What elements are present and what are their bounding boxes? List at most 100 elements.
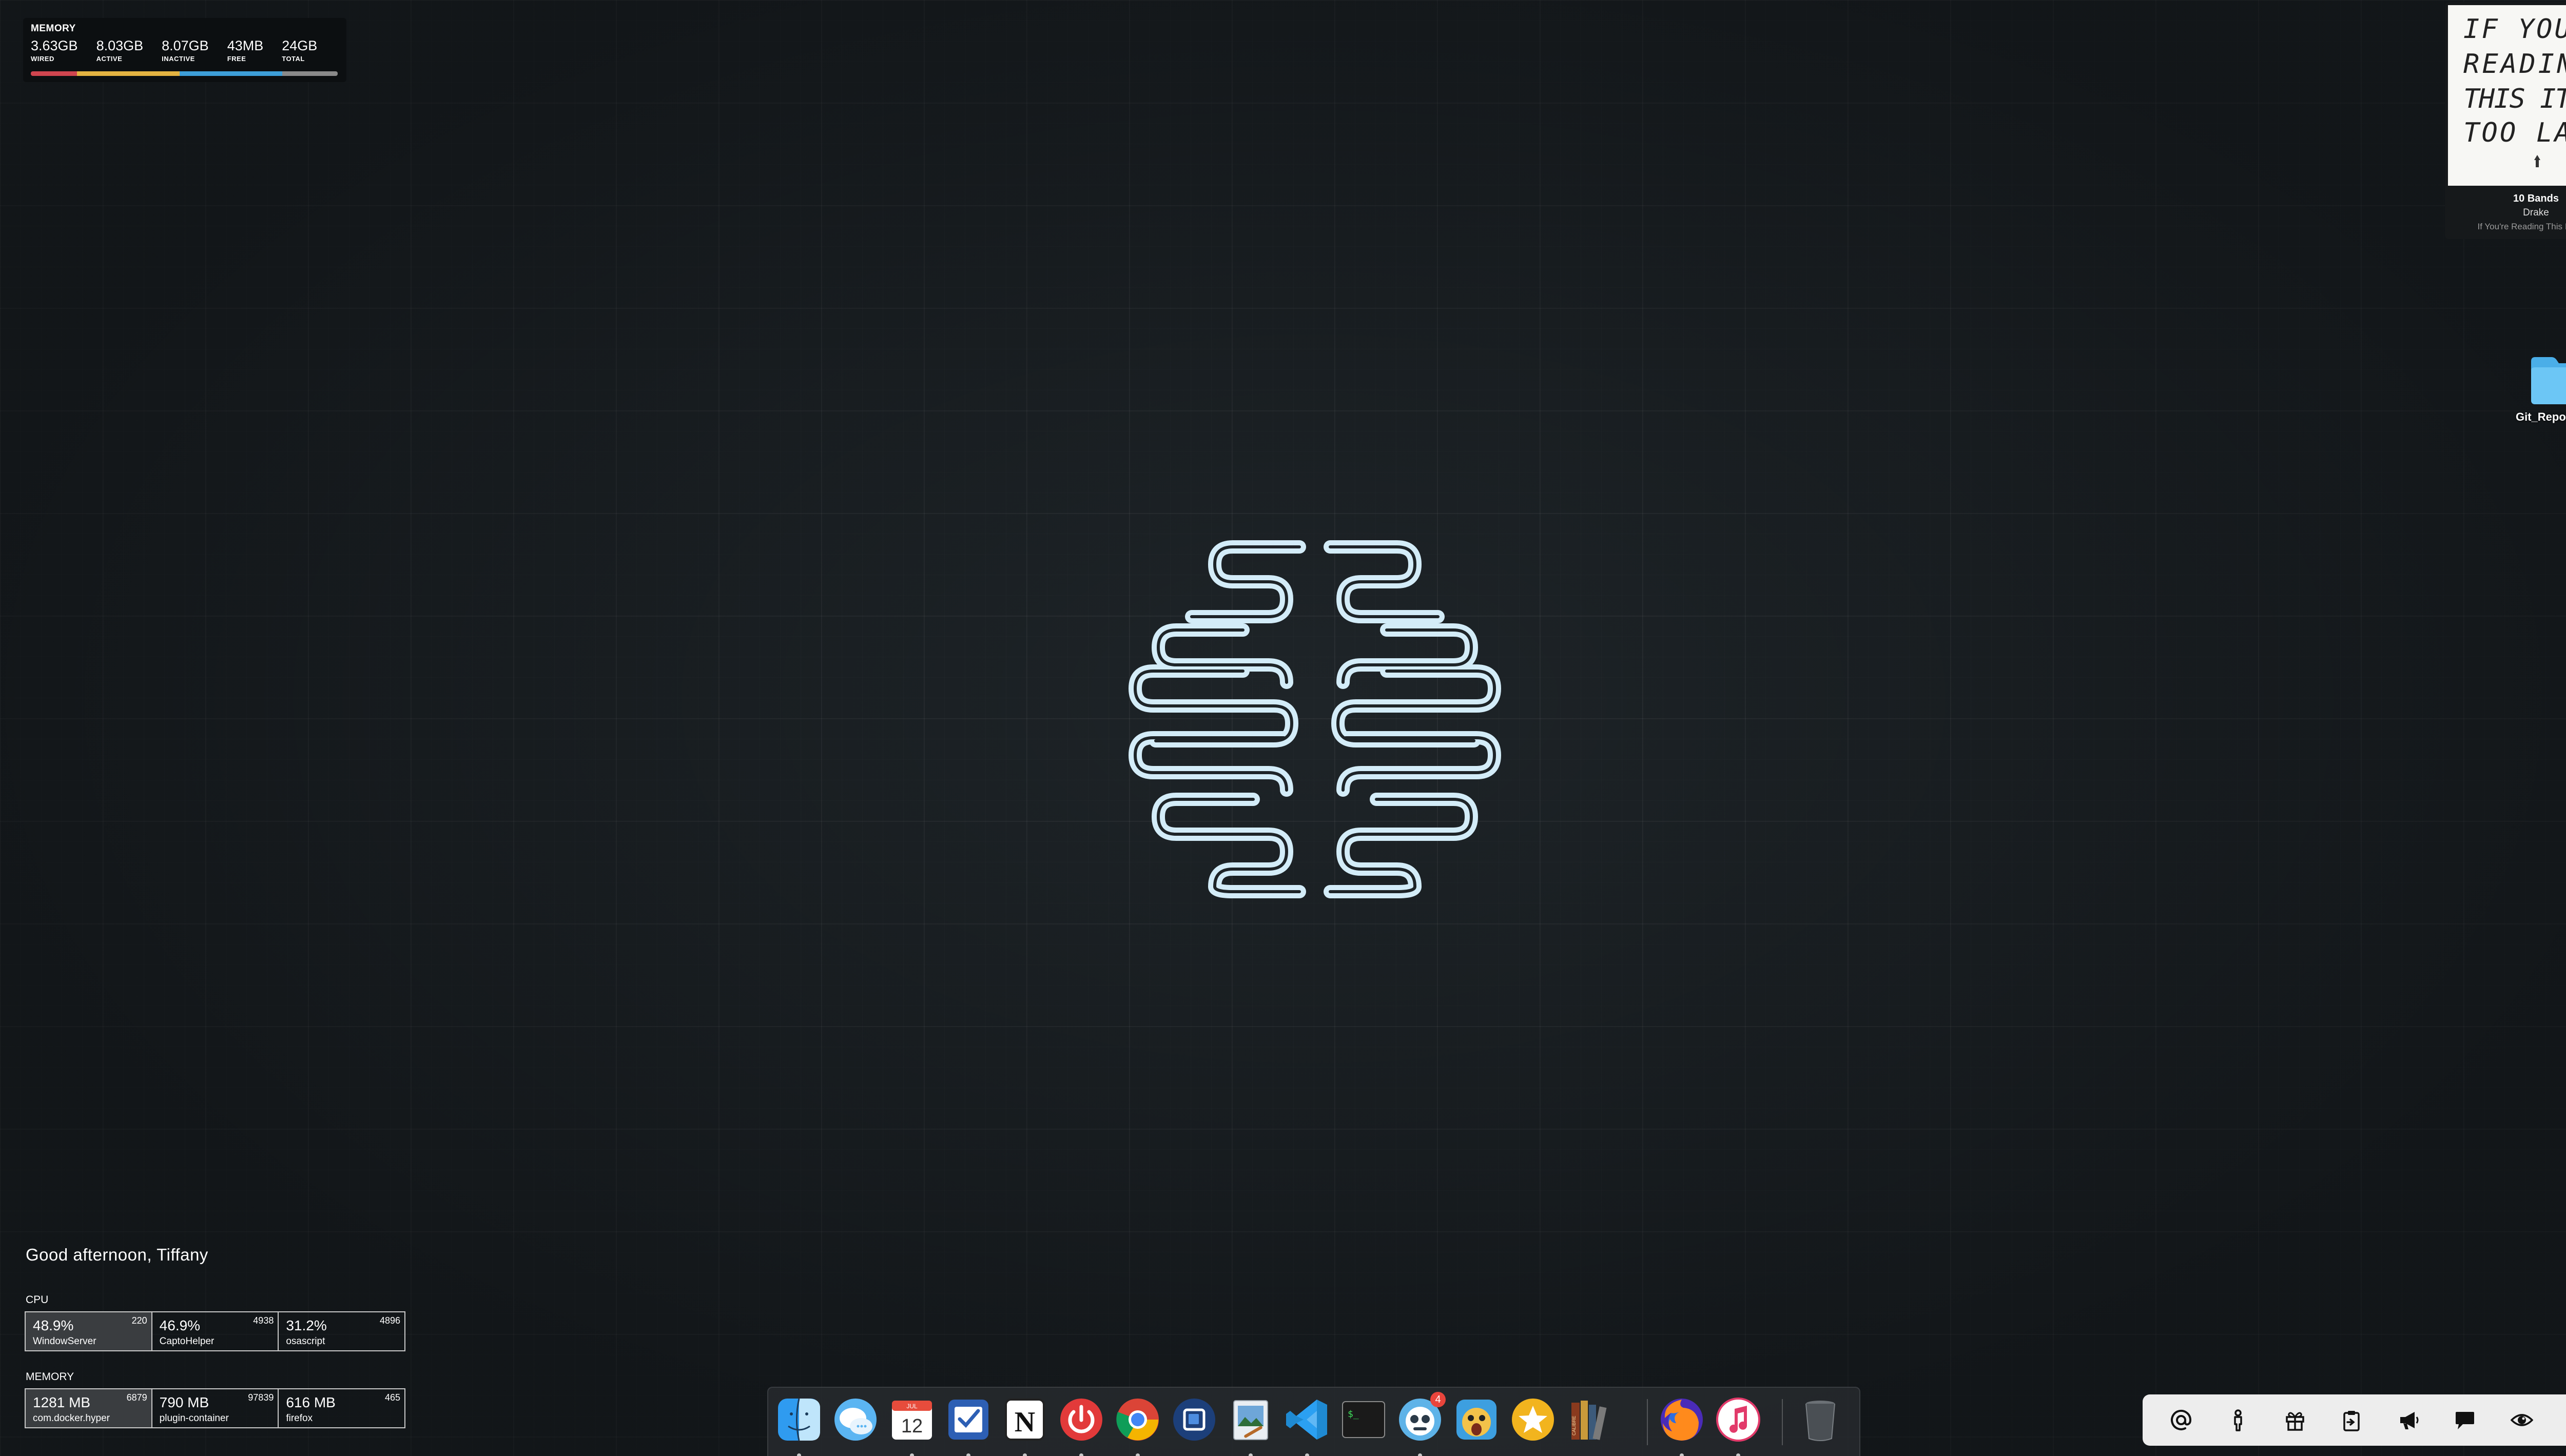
- calendar-icon: JUL 12: [892, 1401, 932, 1440]
- dock-separator: [1782, 1399, 1783, 1445]
- preview-icon: [1233, 1400, 1268, 1440]
- dock: JUL 12 N $_ 4 CALIBRE: [767, 1387, 1860, 1456]
- process-pid: 220: [131, 1315, 147, 1326]
- at-sign-icon: [2171, 1409, 2192, 1430]
- running-indicator: [1680, 1453, 1684, 1456]
- running-indicator: [797, 1453, 801, 1456]
- memory-stat-value: 43MB: [227, 38, 264, 53]
- running-indicator: [1249, 1453, 1253, 1456]
- running-indicator: [1305, 1453, 1309, 1456]
- terminal-prompt: $_: [1348, 1409, 1359, 1420]
- cpu-process-item: 48.9% WindowServer 220: [26, 1312, 152, 1350]
- cpu-section-label: CPU: [26, 1294, 49, 1306]
- process-value: 48.9%: [33, 1317, 74, 1333]
- memory-stat-label: FREE: [227, 55, 246, 63]
- tasks-icon: [948, 1400, 988, 1440]
- eye-button[interactable]: [2506, 1405, 2537, 1435]
- process-pid: 4938: [253, 1315, 274, 1326]
- power-icon: [1060, 1399, 1102, 1441]
- process-name: firefox: [286, 1413, 313, 1424]
- itunes-icon: [1716, 1398, 1760, 1442]
- memory-bar-free: [282, 71, 338, 76]
- memory-stat-label: ACTIVE: [96, 55, 123, 63]
- memory-stat-value: 3.63GB: [31, 38, 78, 53]
- speech-bubble-icon: [2456, 1412, 2475, 1429]
- process-name: com.docker.hyper: [33, 1413, 110, 1424]
- memory-bar-wired: [31, 71, 77, 76]
- album-art-drawing: IF YOURE READING THIS ITS TOO LATE: [2463, 14, 2566, 167]
- process-value: 1281 MB: [33, 1394, 91, 1410]
- dock-screen[interactable]: [1169, 1394, 1220, 1445]
- terminal-icon: $_: [1342, 1401, 1385, 1438]
- process-name: WindowServer: [33, 1336, 96, 1347]
- process-value: 46.9%: [159, 1317, 201, 1333]
- dock-chrome[interactable]: [1112, 1394, 1163, 1456]
- now-playing-widget[interactable]: IF YOURE READING THIS ITS TOO LATE 10 Ba…: [2445, 2, 2566, 239]
- dock-tweetbot[interactable]: 4: [1394, 1392, 1446, 1456]
- dock-vscode[interactable]: [1281, 1394, 1333, 1456]
- gift-icon: [2285, 1412, 2304, 1431]
- folder-icon: [2531, 357, 2566, 404]
- vscode-icon: [1286, 1400, 1327, 1440]
- figure-button[interactable]: [2223, 1405, 2253, 1435]
- dock-power[interactable]: [1056, 1394, 1107, 1456]
- dock-trash[interactable]: [1795, 1394, 1846, 1445]
- dock-terminal[interactable]: $_: [1338, 1394, 1389, 1445]
- figure-icon: [2234, 1409, 2242, 1431]
- dock-finder[interactable]: [773, 1394, 825, 1456]
- running-indicator: [966, 1453, 970, 1456]
- dock-itunes[interactable]: [1713, 1394, 1764, 1456]
- brain-logo-icon: [1129, 540, 1501, 898]
- dock-messages[interactable]: [830, 1394, 881, 1445]
- cpu-process-item: 46.9% CaptoHelper 4938: [152, 1312, 279, 1350]
- running-indicator: [1736, 1453, 1740, 1456]
- gift-button[interactable]: [2280, 1405, 2310, 1435]
- calendar-month: JUL: [906, 1403, 918, 1410]
- memory-stat-label: TOTAL: [282, 55, 305, 63]
- dock-firefox[interactable]: [1656, 1394, 1707, 1456]
- dock-calibre[interactable]: CALIBRE: [1564, 1394, 1615, 1445]
- memory-stat-inactive: 8.07GB INACTIVE: [162, 37, 209, 63]
- screen-icon: [1173, 1399, 1215, 1441]
- at-sign-button[interactable]: [2166, 1405, 2196, 1435]
- process-value: 790 MB: [159, 1394, 209, 1410]
- dock-notion[interactable]: N: [999, 1394, 1051, 1456]
- memory-stat-total: 24GB TOTAL: [282, 37, 317, 63]
- dock-preview[interactable]: [1225, 1394, 1276, 1456]
- running-indicator: [1079, 1453, 1083, 1456]
- transfer-button[interactable]: [2563, 1405, 2566, 1435]
- quick-actions-toolbar: [2143, 1394, 2566, 1446]
- memory-stat-free: 43MB FREE: [227, 37, 264, 63]
- memory-process-list: 1281 MB com.docker.hyper 6879 790 MB plu…: [25, 1388, 405, 1428]
- track-title: 10 Bands: [2513, 193, 2559, 204]
- praying-hands-icon: [2534, 155, 2540, 167]
- dock-calendar[interactable]: JUL 12: [886, 1394, 938, 1456]
- dock-separator: [1647, 1399, 1648, 1445]
- running-indicator: [1023, 1453, 1027, 1456]
- dock-growl[interactable]: [1451, 1394, 1502, 1445]
- clipboard-button[interactable]: [2336, 1405, 2367, 1435]
- speech-bubble-button[interactable]: [2450, 1405, 2480, 1435]
- process-pid: 4896: [379, 1315, 401, 1326]
- greeting-text: Good afternoon, Tiffany: [26, 1245, 208, 1264]
- memory-process-item: 616 MB firefox 465: [279, 1389, 404, 1427]
- messages-icon: [834, 1399, 877, 1441]
- running-indicator: [1136, 1453, 1140, 1456]
- calibre-icon: CALIBRE: [1571, 1401, 1607, 1440]
- memory-stat-label: INACTIVE: [162, 55, 195, 63]
- album-art-lettering: TOO LATE: [2463, 117, 2566, 148]
- memory-stat-value: 24GB: [282, 38, 318, 53]
- dock-reeder[interactable]: [1507, 1394, 1559, 1445]
- finder-icon: [778, 1398, 820, 1441]
- desktop-folder-git-repositories[interactable]: Git_Repositories: [2494, 354, 2566, 424]
- memory-usage-bar: [31, 71, 338, 76]
- memory-stat-value: 8.07GB: [162, 38, 209, 53]
- megaphone-button[interactable]: [2393, 1405, 2424, 1435]
- calibre-spine-label: CALIBRE: [1571, 1415, 1577, 1435]
- memory-bar-inactive: [180, 71, 283, 76]
- dock-tasks[interactable]: [943, 1394, 994, 1456]
- notification-badge: 4: [1430, 1392, 1446, 1407]
- chrome-icon: [1116, 1399, 1159, 1441]
- process-pid: 97839: [248, 1392, 274, 1403]
- notion-icon: N: [1005, 1399, 1045, 1441]
